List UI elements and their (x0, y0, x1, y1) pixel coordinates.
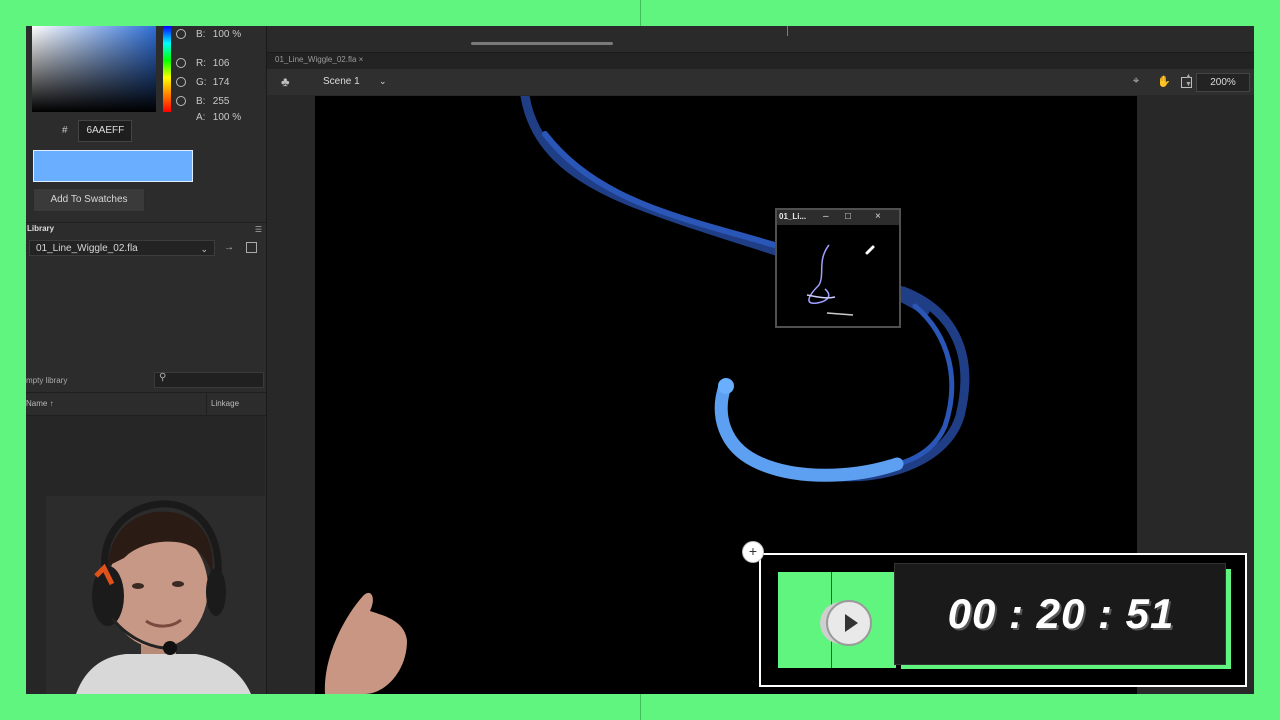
library-panel-header: Library ☰ (26, 222, 266, 235)
current-color-swatch (33, 150, 193, 182)
center-guide-vertical (640, 0, 641, 26)
library-document-select[interactable]: 01_Line_Wiggle_02.fla ⌄ (29, 240, 215, 256)
test-movie-window[interactable]: 01_Li... – □ × (775, 208, 901, 328)
zoom-stepper[interactable]: ▲ ▼ (1185, 73, 1192, 89)
new-library-panel-icon[interactable] (246, 242, 257, 253)
blue-radio[interactable] (176, 96, 186, 107)
timer-accent-panel (778, 572, 896, 668)
library-search-input[interactable]: ⚲ (154, 372, 264, 388)
library-columns: Name ↑ Linkage (26, 392, 266, 416)
scene-icon[interactable]: ♣ (281, 74, 290, 89)
blue-row: B: 255 (176, 95, 229, 109)
panel-menu-icon[interactable]: ☰ (255, 225, 262, 234)
preview-title: 01_Li... (779, 212, 807, 221)
green-row: G: 174 (176, 76, 229, 90)
empty-library-label: mpty library (26, 376, 68, 385)
preview-titlebar[interactable]: 01_Li... – □ × (777, 210, 899, 225)
scene-selector[interactable]: Scene 1 (323, 76, 360, 87)
color-field[interactable] (32, 26, 156, 112)
red-value[interactable]: 106 (213, 58, 230, 69)
column-name-header[interactable]: Name ↑ (26, 399, 54, 408)
add-to-swatches-button[interactable]: Add To Swatches (33, 188, 145, 212)
center-guide-vertical-bottom (640, 694, 641, 720)
hand-icon[interactable]: ✋ (1157, 75, 1171, 88)
close-icon[interactable]: × (875, 210, 881, 224)
timer-overlay: 00 : 20 : 51 (759, 553, 1247, 687)
document-tabs: 01_Line_Wiggle_02.fla × (267, 53, 1254, 69)
green-value[interactable]: 174 (213, 77, 230, 88)
timer-display: 00 : 20 : 51 (894, 563, 1226, 665)
chevron-down-icon: ⌄ (200, 244, 208, 254)
minimize-icon[interactable]: – (823, 210, 829, 224)
hex-input[interactable]: 6AAEFF (78, 120, 133, 142)
add-icon[interactable]: + (742, 541, 764, 563)
alpha-value[interactable]: 100 % (213, 112, 241, 123)
brightness-radio[interactable] (176, 29, 186, 40)
zoom-input[interactable]: 200% (1196, 73, 1250, 92)
hex-row: # 6AAEFF (62, 120, 133, 142)
document-tab[interactable]: 01_Line_Wiggle_02.fla × (275, 55, 363, 64)
column-linkage-header[interactable]: Linkage (211, 399, 239, 408)
green-radio[interactable] (176, 77, 186, 88)
hex-prefix: # (62, 125, 68, 136)
close-tab-icon[interactable]: × (359, 55, 364, 64)
snap-icon[interactable]: ⌖ (1133, 75, 1139, 88)
alpha-row: A: 100 % (196, 112, 242, 123)
red-row: R: 106 (176, 57, 229, 71)
timeline-strip (267, 26, 1254, 53)
brightness-value[interactable]: 100 % (213, 29, 241, 40)
webcam-presenter (46, 496, 266, 694)
playhead[interactable] (787, 26, 788, 36)
library-tab[interactable]: Library (27, 223, 54, 235)
library-document-label: 01_Line_Wiggle_02.fla (36, 243, 138, 254)
search-icon: ⚲ (159, 372, 167, 383)
horizontal-scrollbar[interactable] (471, 42, 613, 45)
blue-value[interactable]: 255 (213, 96, 230, 107)
timer-value: 00 : 20 : 51 (947, 590, 1175, 637)
edit-bar: ♣ Scene 1 ⌄ ⌖ ✋ ▲ ▼ 200% (267, 69, 1254, 95)
maximize-icon[interactable]: □ (845, 210, 851, 224)
play-button[interactable] (826, 600, 872, 646)
red-radio[interactable] (176, 58, 186, 69)
column-divider (206, 393, 207, 415)
pin-icon[interactable]: → (224, 242, 234, 253)
chevron-down-icon[interactable]: ⌄ (379, 76, 387, 87)
hue-slider[interactable] (163, 26, 171, 112)
play-icon (845, 614, 858, 632)
brightness-row: B: 100 % (176, 28, 241, 42)
sort-up-icon: ↑ (49, 399, 54, 408)
